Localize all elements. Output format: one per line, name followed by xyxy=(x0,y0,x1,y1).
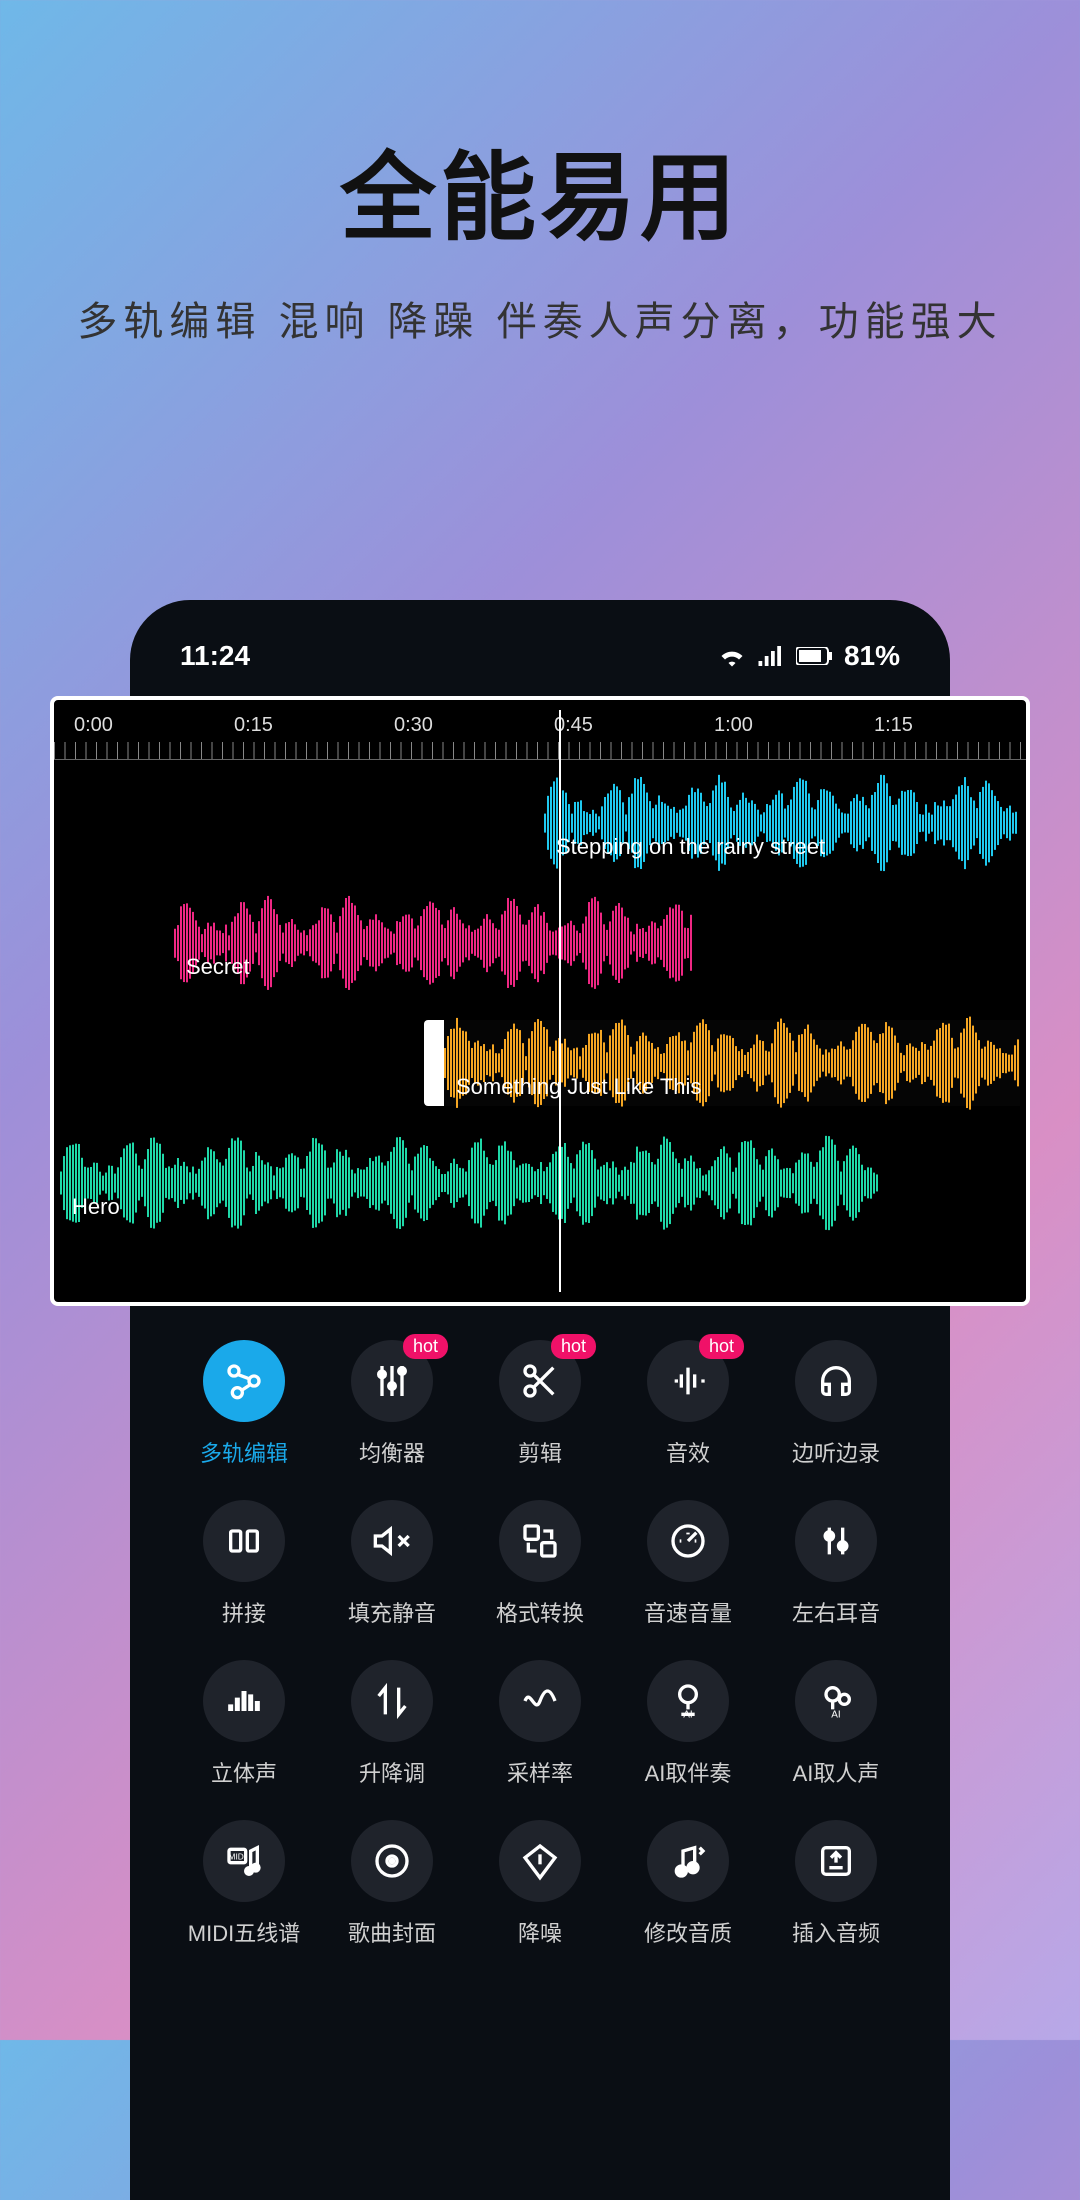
tool-insert[interactable]: 插入音频 xyxy=(762,1820,910,1948)
splice-icon xyxy=(203,1500,285,1582)
tools-grid: 多轨编辑 hot 均衡器 hot 剪辑 hot 音效 边听边录 拼接 填充静音 … xyxy=(160,1340,920,1948)
stereo-icon xyxy=(795,1500,877,1582)
tool-label: 升降调 xyxy=(359,1756,425,1788)
tool-quality[interactable]: 修改音质 xyxy=(614,1820,762,1948)
tool-label: 剪辑 xyxy=(518,1436,562,1468)
battery-icon xyxy=(796,647,832,665)
status-time: 11:24 xyxy=(180,640,250,672)
insert-icon xyxy=(795,1820,877,1902)
tool-label: 采样率 xyxy=(507,1756,573,1788)
tool-multitrack[interactable]: 多轨编辑 xyxy=(170,1340,318,1468)
hot-badge: hot xyxy=(699,1334,744,1359)
cover-icon xyxy=(351,1820,433,1902)
ruler-label: 1:15 xyxy=(874,714,913,737)
quality-icon xyxy=(647,1820,729,1902)
multitrack-icon xyxy=(203,1340,285,1422)
status-battery: 81% xyxy=(844,640,900,672)
tool-aivocal[interactable]: AI AI取人声 xyxy=(762,1660,910,1788)
tool-stereo[interactable]: 左右耳音 xyxy=(762,1500,910,1628)
hero-title: 全能易用 xyxy=(0,120,1080,259)
track-label: Something Just Like This xyxy=(456,1074,701,1100)
svg-text:AI: AI xyxy=(831,1710,840,1721)
tool-label: AI取伴奏 xyxy=(645,1756,732,1788)
tool-label: 拼接 xyxy=(222,1596,266,1628)
tool-convert[interactable]: 格式转换 xyxy=(466,1500,614,1628)
mute-icon xyxy=(351,1500,433,1582)
tool-headphones[interactable]: 边听边录 xyxy=(762,1340,910,1468)
audio-track-2[interactable]: Secret xyxy=(174,900,694,986)
tool-midi[interactable]: MIDI MIDI五线谱 xyxy=(170,1820,318,1948)
bars-icon xyxy=(203,1660,285,1742)
ruler-label: 1:00 xyxy=(714,714,753,737)
svg-text:AI: AI xyxy=(683,1710,692,1721)
timeline-panel[interactable]: 0:00 0:15 0:30 0:45 1:00 1:15 Stepping o… xyxy=(50,696,1030,1306)
tool-label: 多轨编辑 xyxy=(200,1436,288,1468)
audio-track-4[interactable]: Hero xyxy=(60,1140,880,1226)
track-handle[interactable] xyxy=(424,1020,444,1106)
tool-bars[interactable]: 立体声 xyxy=(170,1660,318,1788)
ruler-label: 0:30 xyxy=(394,714,433,737)
timeline-ruler[interactable]: 0:00 0:15 0:30 0:45 1:00 1:15 xyxy=(54,710,1026,760)
tool-soundfx[interactable]: hot 音效 xyxy=(614,1340,762,1468)
signal-icon xyxy=(758,646,784,666)
track-label: Secret xyxy=(186,954,250,980)
playhead[interactable] xyxy=(559,710,561,1292)
tool-label: 格式转换 xyxy=(496,1596,584,1628)
tool-sample[interactable]: 采样率 xyxy=(466,1660,614,1788)
tool-label: 立体声 xyxy=(211,1756,277,1788)
audio-track-3[interactable]: Something Just Like This xyxy=(444,1020,1020,1106)
sample-icon xyxy=(499,1660,581,1742)
aivocal-icon: AI xyxy=(795,1660,877,1742)
track-label: Hero xyxy=(72,1194,120,1220)
headphones-icon xyxy=(795,1340,877,1422)
tool-label: 音速音量 xyxy=(644,1596,732,1628)
tool-cover[interactable]: 歌曲封面 xyxy=(318,1820,466,1948)
hero-subtitle: 多轨编辑 混响 降躁 伴奏人声分离，功能强大 xyxy=(0,289,1080,347)
hot-badge: hot xyxy=(551,1334,596,1359)
tool-mute[interactable]: 填充静音 xyxy=(318,1500,466,1628)
tool-label: 降噪 xyxy=(518,1916,562,1948)
convert-icon xyxy=(499,1500,581,1582)
tool-label: 音效 xyxy=(666,1436,710,1468)
ruler-label: 0:00 xyxy=(74,714,113,737)
ruler-ticks xyxy=(54,742,1026,760)
tool-scissors[interactable]: hot 剪辑 xyxy=(466,1340,614,1468)
tool-gauge[interactable]: 音速音量 xyxy=(614,1500,762,1628)
tool-pitch[interactable]: 升降调 xyxy=(318,1660,466,1788)
hot-badge: hot xyxy=(403,1334,448,1359)
audio-track-1[interactable]: Stepping on the rainy street xyxy=(544,780,1020,866)
tool-aimic[interactable]: AI AI取伴奏 xyxy=(614,1660,762,1788)
aimic-icon: AI xyxy=(647,1660,729,1742)
tool-label: 均衡器 xyxy=(359,1436,425,1468)
tool-label: 插入音频 xyxy=(792,1916,880,1948)
track-label: Stepping on the rainy street xyxy=(556,834,825,860)
tool-label: 左右耳音 xyxy=(792,1596,880,1628)
tool-label: 填充静音 xyxy=(348,1596,436,1628)
svg-text:MIDI: MIDI xyxy=(229,1851,247,1861)
tool-equalizer[interactable]: hot 均衡器 xyxy=(318,1340,466,1468)
midi-icon: MIDI xyxy=(203,1820,285,1902)
tool-label: 歌曲封面 xyxy=(348,1916,436,1948)
ruler-label: 0:15 xyxy=(234,714,273,737)
tool-label: MIDI五线谱 xyxy=(188,1916,300,1948)
tool-denoise[interactable]: 降噪 xyxy=(466,1820,614,1948)
tool-label: 修改音质 xyxy=(644,1916,732,1948)
tool-splice[interactable]: 拼接 xyxy=(170,1500,318,1628)
denoise-icon xyxy=(499,1820,581,1902)
gauge-icon xyxy=(647,1500,729,1582)
tool-label: 边听边录 xyxy=(792,1436,880,1468)
tool-label: AI取人声 xyxy=(793,1756,880,1788)
status-right: 81% xyxy=(718,640,900,672)
pitch-icon xyxy=(351,1660,433,1742)
wifi-icon xyxy=(718,645,746,667)
status-bar: 11:24 81% xyxy=(160,630,920,702)
